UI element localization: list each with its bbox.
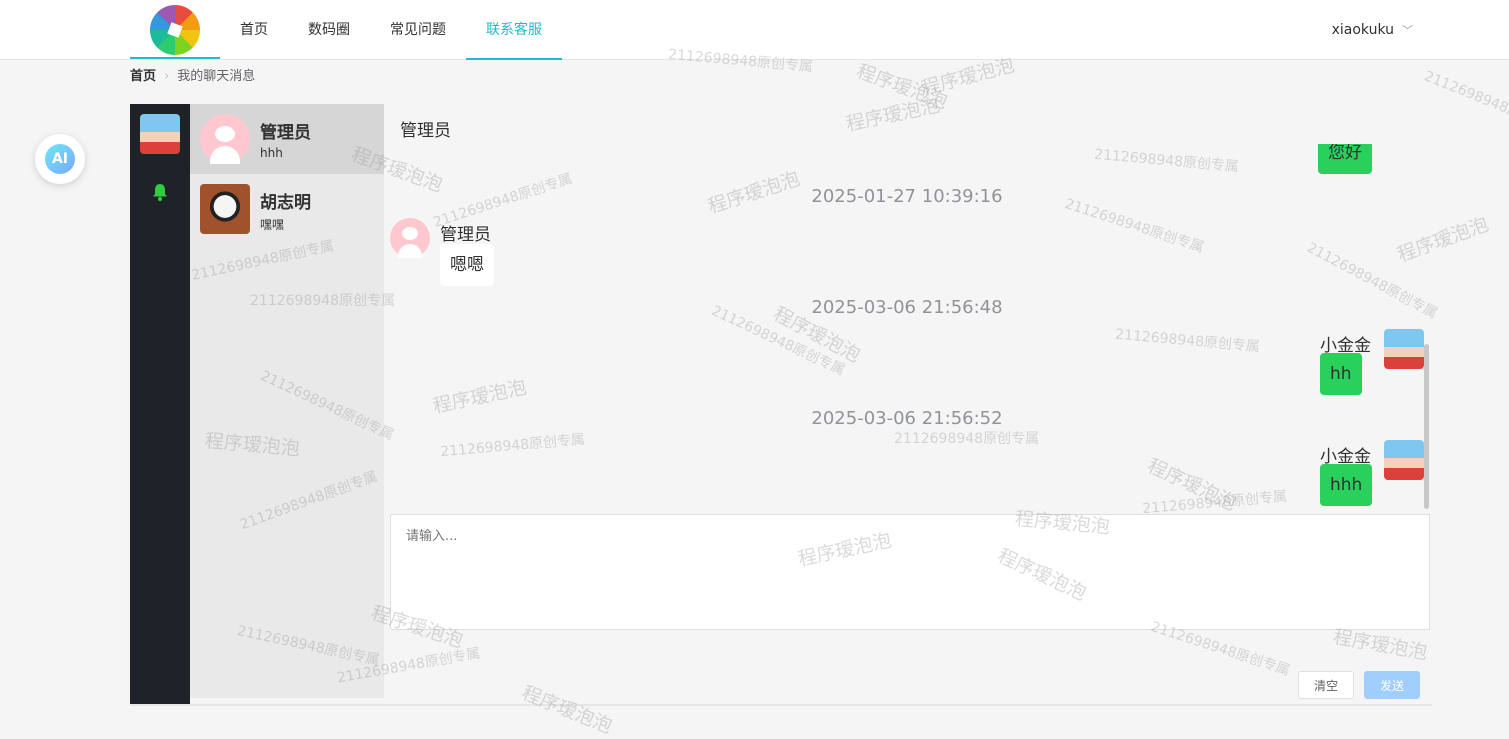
site-logo[interactable] <box>130 0 220 59</box>
ai-icon: AI <box>45 144 75 174</box>
top-navbar: 首页 数码圈 常见问题 联系客服 xiaokuku ﹀ <box>0 0 1509 60</box>
panda-avatar <box>200 184 250 234</box>
chat-main: 管理员 您好 2025-01-27 10:39:16 管理员 嗯嗯 2025-0… <box>384 104 1432 704</box>
clear-button[interactable]: 清空 <box>1298 671 1354 699</box>
chat-panel: 管理员 hhh 胡志明 嘿嘿 管理员 您好 2025-01-27 10:39:1… <box>130 104 1432 706</box>
user-menu[interactable]: xiaokuku ﹀ <box>1332 0 1413 60</box>
nav-home[interactable]: 首页 <box>220 0 288 60</box>
message-input-box[interactable] <box>390 514 1430 630</box>
chat-title: 管理员 <box>400 121 451 141</box>
contact-item-hu[interactable]: 胡志明 嘿嘿 <box>190 174 384 244</box>
my-avatar <box>1384 440 1424 480</box>
admin-avatar <box>200 114 250 164</box>
aperture-logo-icon <box>150 5 200 55</box>
message-timestamp: 2025-03-06 21:56:52 <box>811 408 1003 429</box>
contact-item-admin[interactable]: 管理员 hhh <box>190 104 384 174</box>
nav-digital-circle[interactable]: 数码圈 <box>288 0 370 60</box>
contact-name: 管理员 <box>260 123 311 143</box>
contact-last-message: 嘿嘿 <box>260 218 285 232</box>
watermark: 2112698948原创专属 <box>1421 68 1509 138</box>
nav-contact-support[interactable]: 联系客服 <box>466 0 562 60</box>
contact-list: 管理员 hhh 胡志明 嘿嘿 <box>190 104 384 698</box>
bell-icon[interactable] <box>150 182 170 202</box>
breadcrumb-separator-icon: › <box>164 69 170 84</box>
message-timestamp: 2025-01-27 10:39:16 <box>811 186 1003 207</box>
breadcrumb-current: 我的聊天消息 <box>177 69 256 84</box>
message-bubble-partial: 您好 <box>1318 144 1372 174</box>
message-bubble: hhh <box>1320 464 1373 506</box>
send-button[interactable]: 发送 <box>1364 671 1420 699</box>
contact-name: 胡志明 <box>260 193 311 213</box>
chevron-down-icon: ﹀ <box>1402 24 1413 37</box>
nav-faq[interactable]: 常见问题 <box>370 0 466 60</box>
my-avatar[interactable] <box>140 114 180 154</box>
message-scrollbar[interactable] <box>1424 344 1429 509</box>
message-timestamp: 2025-03-06 21:56:48 <box>811 297 1003 318</box>
ai-assistant-button[interactable]: AI <box>35 134 85 184</box>
my-avatar <box>1384 329 1424 369</box>
chat-sidebar <box>130 104 190 704</box>
breadcrumb: 首页 › 我的聊天消息 <box>130 68 255 86</box>
message-bubble: hh <box>1320 353 1362 395</box>
message-bubble: 嗯嗯 <box>440 244 494 286</box>
message-list[interactable]: 您好 2025-01-27 10:39:16 管理员 嗯嗯 2025-03-06… <box>384 144 1430 509</box>
username: xiaokuku <box>1331 22 1394 38</box>
message-sender: 管理员 <box>440 225 491 245</box>
admin-avatar <box>390 218 430 258</box>
message-input[interactable] <box>391 515 1429 629</box>
breadcrumb-home[interactable]: 首页 <box>130 69 156 84</box>
contact-last-message: hhh <box>260 146 283 160</box>
